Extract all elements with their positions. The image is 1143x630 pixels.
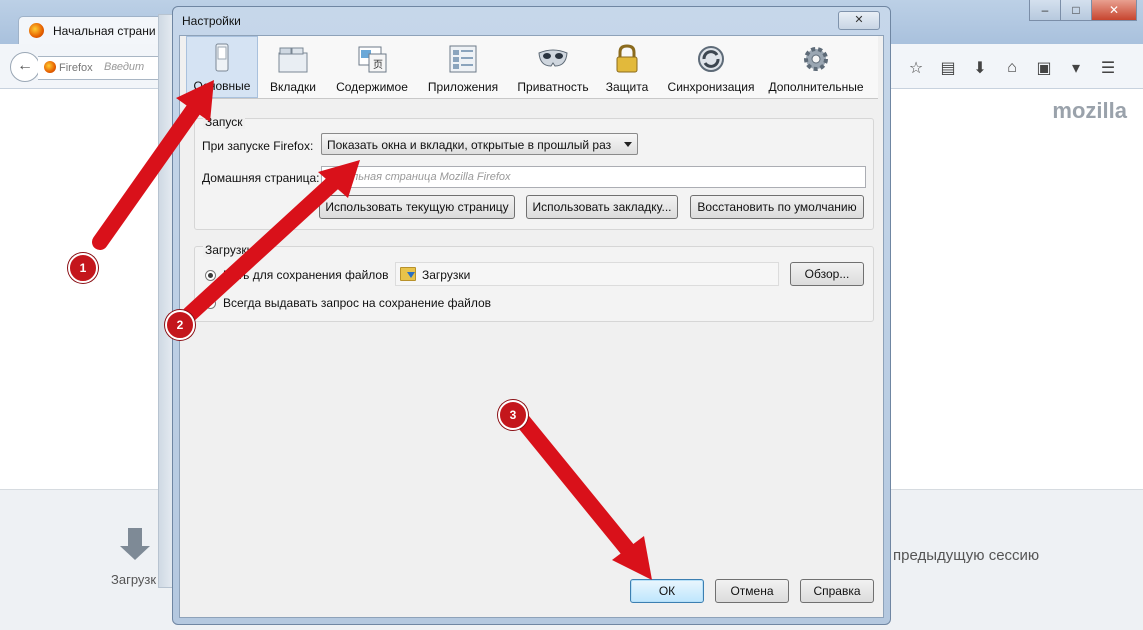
dialog-title: Настройки xyxy=(182,14,241,28)
dialog-close-button[interactable]: ✕ xyxy=(838,11,880,30)
tab-label: Основные xyxy=(193,79,251,93)
mask-icon xyxy=(537,44,569,74)
downloads-icon[interactable]: ⬇ xyxy=(964,58,996,78)
maximize-button[interactable]: □ xyxy=(1060,0,1092,21)
downloads-label[interactable]: Загрузк xyxy=(111,572,156,587)
always-ask-radio[interactable] xyxy=(205,298,216,309)
tab-label: Содержимое xyxy=(336,80,408,94)
tab-label: Приложения xyxy=(427,80,499,94)
save-path-radio[interactable] xyxy=(205,270,216,281)
back-button[interactable]: ← xyxy=(10,52,40,82)
save-path-field: Загрузки xyxy=(395,262,779,286)
identity-box[interactable]: Firefox xyxy=(44,61,93,74)
tab-label: Вкладки xyxy=(269,80,317,94)
always-ask-label[interactable]: Всегда выдавать запрос на сохранение фай… xyxy=(223,296,491,310)
homepage-label: Домашняя страница: xyxy=(202,171,320,185)
tab-label: Дополнительные xyxy=(768,80,864,94)
tab-label: Синхронизация xyxy=(667,80,755,94)
switch-icon xyxy=(206,43,238,73)
use-bookmark-button[interactable]: Использовать закладку... xyxy=(526,195,678,219)
startup-group: Запуск При запуске Firefox: Показать окн… xyxy=(194,115,874,230)
folder-icon xyxy=(400,267,416,281)
applications-icon xyxy=(447,44,479,74)
url-placeholder: Введит xyxy=(104,61,145,73)
firefox-logo-icon xyxy=(29,23,44,38)
annotation-badge-1: 1 xyxy=(68,253,98,283)
tab-content[interactable]: 页 Содержимое xyxy=(328,36,416,98)
tab-tabs[interactable]: Вкладки xyxy=(258,36,328,98)
gear-icon xyxy=(800,44,832,74)
mozilla-logo: mozilla xyxy=(1052,98,1127,123)
bookmarks-list-icon[interactable]: ▤ xyxy=(932,58,964,78)
homepage-input[interactable]: Начальная страница Mozilla Firefox xyxy=(321,166,866,188)
bookmark-star-icon[interactable]: ☆ xyxy=(900,58,932,78)
window-controls: – □ ✕ xyxy=(1029,0,1137,21)
tab-label: Защита xyxy=(605,80,649,94)
on-start-value: Показать окна и вкладки, открытые в прош… xyxy=(327,138,612,152)
tab-label: Приватность xyxy=(517,80,589,94)
tab-sync[interactable]: Синхронизация xyxy=(658,36,764,98)
browser-tab[interactable]: Начальная страни xyxy=(18,16,170,45)
settings-dialog: Настройки ✕ Основные Вкладки 页 Содержимо… xyxy=(172,6,891,625)
startup-group-title: Запуск xyxy=(203,115,245,129)
content-icon: 页 xyxy=(356,44,388,74)
menu-icon[interactable]: ☰ xyxy=(1092,58,1124,78)
tabs-icon xyxy=(277,44,309,74)
dropdown-arrow-icon[interactable]: ▾ xyxy=(1060,58,1092,78)
toolbar-buttons: ☆ ▤ ⬇ ⌂ ▣ ▾ ☰ xyxy=(900,56,1124,80)
annotation-badge-2: 2 xyxy=(165,310,195,340)
tab-advanced[interactable]: Дополнительные xyxy=(764,36,868,98)
chevron-down-icon xyxy=(624,142,632,147)
restore-default-button[interactable]: Восстановить по умолчанию xyxy=(690,195,864,219)
tab-title: Начальная страни xyxy=(53,24,156,38)
settings-toolbar: Основные Вкладки 页 Содержимое Приложения xyxy=(186,36,878,99)
tab-privacy[interactable]: Приватность xyxy=(510,36,596,98)
svg-text:页: 页 xyxy=(373,59,383,71)
tab-security[interactable]: Защита xyxy=(596,36,658,98)
annotation-badge-3: 3 xyxy=(498,400,528,430)
tab-general[interactable]: Основные xyxy=(186,36,258,98)
restore-session-text[interactable]: предыдущую сессию xyxy=(893,547,1039,564)
firefox-logo-icon xyxy=(44,61,56,73)
close-window-button[interactable]: ✕ xyxy=(1091,0,1137,21)
on-start-label: При запуске Firefox: xyxy=(202,139,314,153)
use-current-page-button[interactable]: Использовать текущую страницу xyxy=(319,195,515,219)
save-path-value: Загрузки xyxy=(422,268,471,282)
downloads-group: Загрузки Путь для сохранения файлов Загр… xyxy=(194,243,874,322)
addon-icon[interactable]: ▣ xyxy=(1028,58,1060,78)
minimize-button[interactable]: – xyxy=(1029,0,1061,21)
ok-button[interactable]: ОК xyxy=(630,579,704,603)
url-bar[interactable]: Firefox Введит xyxy=(38,56,169,80)
save-path-label[interactable]: Путь для сохранения файлов xyxy=(223,268,388,282)
on-start-select[interactable]: Показать окна и вкладки, открытые в прош… xyxy=(321,133,638,155)
tab-applications[interactable]: Приложения xyxy=(416,36,510,98)
dialog-body: Основные Вкладки 页 Содержимое Приложения xyxy=(179,35,884,618)
browse-button[interactable]: Обзор... xyxy=(790,262,864,286)
downloads-group-title: Загрузки xyxy=(203,243,256,257)
identity-label: Firefox xyxy=(59,62,93,74)
lock-icon xyxy=(611,44,643,74)
back-arrow-icon: ← xyxy=(17,57,33,74)
help-button[interactable]: Справка xyxy=(800,579,874,603)
home-icon[interactable]: ⌂ xyxy=(996,59,1028,77)
sync-icon xyxy=(695,44,727,74)
cancel-button[interactable]: Отмена xyxy=(715,579,789,603)
